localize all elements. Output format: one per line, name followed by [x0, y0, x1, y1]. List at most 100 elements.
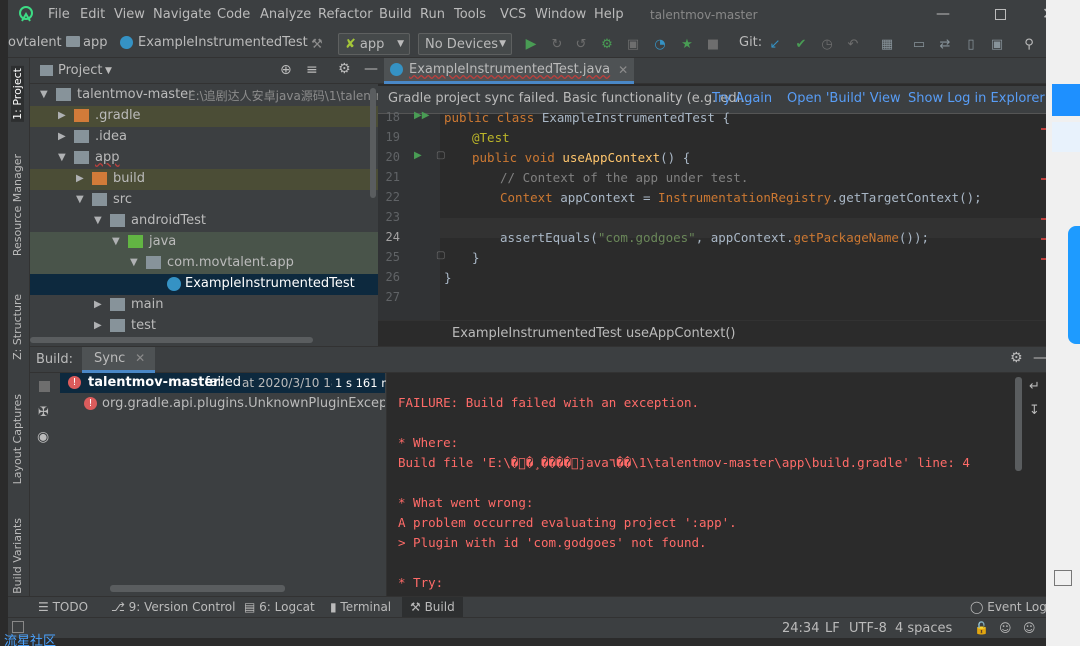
feedback-icon[interactable]: ☺	[1023, 621, 1036, 635]
gear-icon[interactable]: ⚙	[338, 61, 351, 77]
menu-navigate[interactable]: Navigate	[153, 7, 211, 22]
project-structure-icon[interactable]: ▦	[878, 35, 896, 53]
vertical-scrollbar[interactable]	[1015, 377, 1022, 471]
menu-tools[interactable]: Tools	[454, 7, 486, 22]
chevron-down-icon[interactable]: ▼	[76, 194, 84, 205]
line-separator[interactable]: LF	[825, 621, 840, 636]
attach-debugger-icon[interactable]: ▣	[624, 35, 642, 53]
gear-icon[interactable]: ⚙	[1010, 350, 1023, 366]
git-history-icon[interactable]: ◷	[818, 35, 836, 53]
menu-help[interactable]: Help	[594, 7, 624, 22]
tree-item-androidtest[interactable]: ▼ androidTest	[30, 211, 378, 232]
build-error-row[interactable]: ! org.gradle.api.plugins.UnknownPluginEx…	[60, 393, 385, 413]
breadcrumb-project[interactable]: ovtalent	[8, 35, 62, 50]
minimize-button[interactable]: —	[936, 6, 950, 22]
search-icon[interactable]: ⚲	[1020, 35, 1038, 53]
sync-gradle-icon[interactable]: ⇄	[936, 35, 954, 53]
editor-tab[interactable]: ExampleInstrumentedTest.java ✕	[384, 58, 635, 84]
hector-icon[interactable]: ☺	[999, 621, 1012, 635]
crumb-class[interactable]: ExampleInstrumentedTest	[452, 326, 622, 341]
image-icon[interactable]	[1052, 122, 1080, 152]
close-icon[interactable]: ✕	[618, 63, 628, 77]
tree-item-test[interactable]: ▶ test	[30, 316, 378, 337]
version-control-tool[interactable]: ⎇ 9: Version Control	[111, 600, 235, 614]
menu-run[interactable]: Run	[420, 7, 445, 22]
close-icon[interactable]: ✕	[135, 351, 145, 365]
soft-wrap-icon[interactable]: ↵	[1029, 379, 1040, 394]
profile-icon[interactable]: ◔	[651, 35, 669, 53]
eye-icon[interactable]: ◉	[37, 429, 49, 445]
indent-setting[interactable]: 4 spaces	[895, 621, 952, 636]
menu-refactor[interactable]: Refactor	[318, 7, 373, 22]
menu-vcs[interactable]: VCS	[500, 7, 526, 22]
chevron-down-icon[interactable]: ▼	[105, 66, 112, 76]
tree-item-main[interactable]: ▶ main	[30, 295, 378, 316]
tool-project[interactable]: 1: Project	[11, 66, 24, 122]
menu-view[interactable]: View	[114, 7, 145, 22]
open-build-link[interactable]: Open 'Build' View	[787, 91, 901, 106]
side-tab[interactable]	[1068, 226, 1080, 344]
crumb-method[interactable]: useAppContext()	[626, 326, 735, 341]
stop-icon[interactable]	[39, 381, 50, 392]
git-commit-icon[interactable]: ✔	[792, 35, 810, 53]
caret-position[interactable]: 24:34	[782, 621, 819, 636]
chevron-right-icon[interactable]: ▶	[58, 131, 66, 142]
pin-icon[interactable]: ✠	[38, 405, 49, 420]
file-encoding[interactable]: UTF-8	[849, 621, 887, 636]
run-gutter-icon[interactable]: ▶▶	[414, 110, 429, 121]
chevron-down-icon[interactable]: ▼	[58, 152, 66, 163]
build-status-row[interactable]: ! talentmov-master: failed at 2020/3/10 …	[60, 373, 398, 393]
run-config-select[interactable]: ✘ app ▼	[338, 33, 410, 55]
stop-icon[interactable]: ■	[704, 35, 722, 53]
build-tool[interactable]: ⚒ Build	[402, 597, 463, 618]
menu-edit[interactable]: Edit	[80, 7, 105, 22]
event-log-tool[interactable]: ◯ Event Log	[970, 600, 1046, 614]
chevron-down-icon[interactable]: ▼	[94, 215, 102, 226]
hammer-icon[interactable]: ⚒	[308, 35, 326, 53]
run-gutter-icon[interactable]: ▶	[414, 150, 422, 161]
tool-resource-manager[interactable]: Resource Manager	[11, 154, 24, 256]
tree-item-app[interactable]: ▼ app	[30, 148, 378, 169]
show-log-link[interactable]: Show Log in Explorer	[908, 91, 1045, 106]
chevron-right-icon[interactable]: ▶	[94, 320, 102, 331]
menu-file[interactable]: File	[48, 7, 70, 22]
chevron-right-icon[interactable]: ▶	[94, 299, 102, 310]
git-rollback-icon[interactable]: ↶	[844, 35, 862, 53]
folder-icon[interactable]	[1054, 570, 1072, 586]
tool-build-variants[interactable]: Build Variants	[11, 518, 24, 594]
debug-attach-icon[interactable]: ★	[678, 35, 696, 53]
todo-tool[interactable]: ☰ TODO	[38, 600, 88, 614]
build-tab-sync[interactable]: Sync ✕	[82, 347, 156, 373]
locate-icon[interactable]: ⊕	[280, 62, 292, 78]
debug-icon[interactable]: ⚙	[598, 35, 616, 53]
tree-item-java[interactable]: ▼ java	[30, 232, 378, 253]
chevron-down-icon[interactable]: ▼	[130, 257, 138, 268]
sdk-manager-icon[interactable]: ▭	[910, 35, 928, 53]
project-view-title[interactable]: Project	[58, 63, 102, 78]
apply-changes-icon[interactable]: ↻	[548, 35, 566, 53]
fold-icon[interactable]: ▢	[436, 250, 445, 261]
run-icon[interactable]: ▶	[522, 35, 540, 53]
sdk-download-icon[interactable]: ▣	[988, 35, 1006, 53]
tool-layout-captures[interactable]: Layout Captures	[11, 394, 24, 484]
apply-code-icon[interactable]: ↺	[572, 35, 590, 53]
tree-root[interactable]: ▼ talentmov-master E:\追剧达人安卓java源码\1\tal…	[30, 85, 402, 106]
chevron-down-icon[interactable]: ▼	[40, 89, 48, 100]
avd-manager-icon[interactable]: ▯	[962, 35, 980, 53]
device-select[interactable]: No Devices ▼	[418, 33, 512, 55]
menu-code[interactable]: Code	[217, 7, 250, 22]
tree-item-testfile[interactable]: ExampleInstrumentedTest	[30, 274, 378, 295]
try-again-link[interactable]: Try Again	[712, 91, 772, 106]
tree-item-idea[interactable]: ▶ .idea	[30, 127, 378, 148]
tree-item-gradle[interactable]: ▶ .gradle	[30, 106, 378, 127]
chevron-down-icon[interactable]: ▼	[112, 236, 120, 247]
git-update-icon[interactable]: ↙	[766, 35, 784, 53]
lock-icon[interactable]: 🔓	[974, 621, 989, 635]
vertical-scrollbar[interactable]	[370, 88, 376, 198]
breadcrumb-file[interactable]: ExampleInstrumentedTest	[138, 35, 308, 50]
menu-window[interactable]: Window	[535, 7, 586, 22]
hide-icon[interactable]: —	[364, 61, 378, 77]
maximize-button[interactable]	[995, 9, 1006, 20]
terminal-tool[interactable]: ▮ Terminal	[330, 600, 391, 614]
hide-icon[interactable]: —	[1033, 350, 1046, 366]
